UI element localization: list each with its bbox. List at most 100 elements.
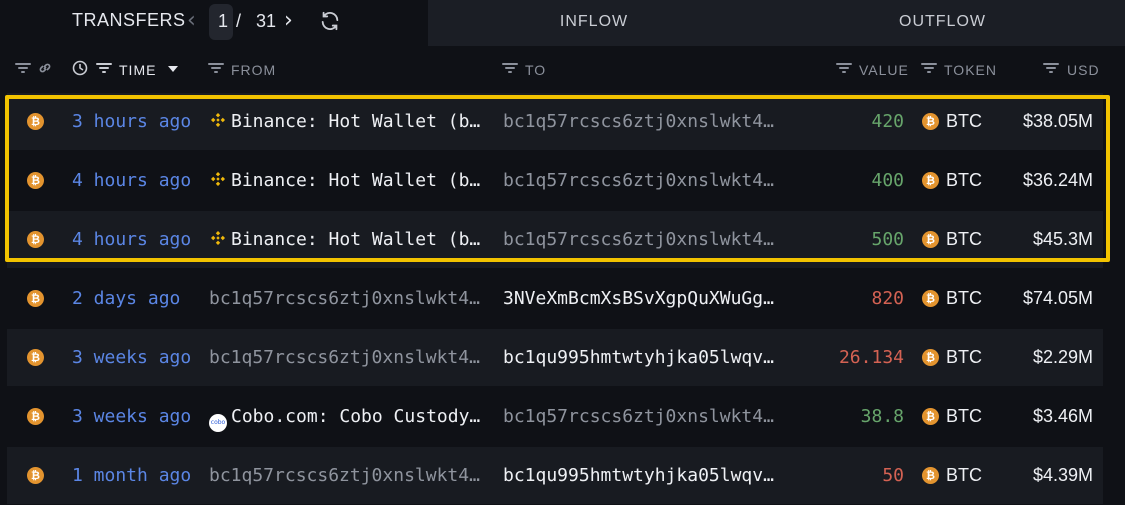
filter-icon[interactable]: [1042, 60, 1060, 76]
from-address[interactable]: Binance: Hot Wallet (b…: [209, 111, 480, 132]
transfer-value: 26.134: [838, 347, 904, 368]
header-token[interactable]: TOKEN: [944, 62, 997, 78]
btc-token-icon: ₿: [922, 349, 939, 366]
page-current[interactable]: 1: [218, 11, 228, 32]
cobo-icon: cobo: [209, 414, 227, 432]
table-header: TIME FROM TO VALUE TOKEN USD: [0, 46, 1125, 92]
filter-icon[interactable]: [835, 60, 853, 76]
time-link[interactable]: 3 hours ago: [72, 111, 191, 132]
top-bar: TRANSFERS ‹ 1 / 31 › INFLOW OUTFLOW: [0, 0, 1125, 46]
binance-icon: [211, 172, 225, 186]
transfer-value: 820: [871, 288, 904, 309]
header-time[interactable]: TIME: [119, 62, 156, 78]
to-address[interactable]: bc1q57rcscs6ztj0xnslwkt4…: [503, 229, 774, 250]
transfers-title: TRANSFERS: [72, 10, 186, 30]
table-row[interactable]: ₿ 3 weeks ago cobo Cobo.com: Cobo Custody… b…: [7, 388, 1103, 445]
usd-value: $3.46M: [1032, 406, 1093, 426]
time-link[interactable]: 3 weeks ago: [72, 347, 191, 368]
header-from[interactable]: FROM: [231, 62, 276, 78]
sort-desc-icon[interactable]: [167, 65, 179, 73]
token-symbol[interactable]: BTC: [946, 170, 982, 191]
chevron-right-icon[interactable]: ›: [284, 8, 302, 36]
from-label: Binance: Hot Wallet (b…: [231, 170, 481, 191]
btc-icon: ₿: [27, 172, 44, 189]
to-address[interactable]: bc1q57rcscs6ztj0xnslwkt4…: [503, 170, 774, 191]
token-symbol[interactable]: BTC: [946, 111, 982, 132]
btc-token-icon: ₿: [922, 231, 939, 248]
binance-icon: [211, 113, 225, 127]
transfer-value: 400: [871, 170, 904, 191]
time-link[interactable]: 1 month ago: [72, 465, 191, 486]
from-address[interactable]: Binance: Hot Wallet (b…: [209, 170, 480, 191]
header-value[interactable]: VALUE: [859, 62, 909, 78]
table-row[interactable]: ₿ 1 month ago bc1q57rcscs6ztj0xnslwkt4… bc1…: [7, 447, 1103, 504]
table-row[interactable]: ₿ 2 days ago bc1q57rcscs6ztj0xnslwkt4… 3NVe…: [7, 270, 1103, 327]
table-row[interactable]: ₿ 3 hours ago Binance: Hot Wallet (b… bc1q5…: [7, 93, 1103, 150]
transfer-value: 500: [871, 229, 904, 250]
transfer-value: 420: [871, 111, 904, 132]
time-link[interactable]: 2 days ago: [72, 288, 180, 309]
from-label: bc1q57rcscs6ztj0xnslwkt4…: [209, 288, 480, 309]
header-usd[interactable]: USD: [1067, 62, 1100, 78]
btc-token-icon: ₿: [922, 408, 939, 425]
filter-icon[interactable]: [501, 60, 519, 76]
to-address[interactable]: 3NVeXmBcmXsBSvXgpQuXWuGg…: [503, 288, 774, 309]
btc-icon: ₿: [27, 231, 44, 248]
table-row[interactable]: ₿ 4 hours ago Binance: Hot Wallet (b… bc1q5…: [7, 211, 1103, 268]
filter-icon[interactable]: [95, 60, 113, 76]
token-symbol[interactable]: BTC: [946, 465, 982, 486]
chevron-left-icon[interactable]: ‹: [187, 8, 205, 36]
filter-icon[interactable]: [14, 60, 32, 76]
tab-outflow[interactable]: OUTFLOW: [760, 0, 1125, 46]
token-symbol[interactable]: BTC: [946, 288, 982, 309]
from-label: Binance: Hot Wallet (b…: [231, 229, 481, 250]
btc-icon: ₿: [27, 113, 44, 130]
table-row[interactable]: ₿ 3 weeks ago bc1q57rcscs6ztj0xnslwkt4… bc1…: [7, 329, 1103, 386]
clock-icon: [72, 60, 88, 76]
btc-token-icon: ₿: [922, 113, 939, 130]
time-link[interactable]: 4 hours ago: [72, 170, 191, 191]
refresh-icon[interactable]: [319, 10, 341, 32]
usd-value: $36.24M: [1022, 170, 1093, 190]
from-label: bc1q57rcscs6ztj0xnslwkt4…: [209, 465, 480, 486]
btc-token-icon: ₿: [922, 290, 939, 307]
from-label: Cobo.com: Cobo Custody…: [231, 406, 481, 427]
to-address[interactable]: bc1q57rcscs6ztj0xnslwkt4…: [503, 111, 774, 132]
token-symbol[interactable]: BTC: [946, 406, 982, 427]
from-address[interactable]: bc1q57rcscs6ztj0xnslwkt4…: [209, 347, 480, 368]
header-to[interactable]: TO: [525, 62, 546, 78]
from-address[interactable]: cobo Cobo.com: Cobo Custody…: [209, 406, 480, 432]
btc-icon: ₿: [27, 408, 44, 425]
btc-token-icon: ₿: [922, 172, 939, 189]
page-total: 31: [256, 11, 277, 31]
usd-value: $45.3M: [1032, 229, 1093, 249]
table-row[interactable]: ₿ 4 hours ago Binance: Hot Wallet (b… bc1q5…: [7, 152, 1103, 209]
from-address[interactable]: Binance: Hot Wallet (b…: [209, 229, 480, 250]
usd-value: $74.05M: [1022, 288, 1093, 308]
from-address[interactable]: bc1q57rcscs6ztj0xnslwkt4…: [209, 465, 480, 486]
btc-icon: ₿: [27, 290, 44, 307]
btc-icon: ₿: [27, 467, 44, 484]
token-symbol[interactable]: BTC: [946, 347, 982, 368]
time-link[interactable]: 4 hours ago: [72, 229, 191, 250]
link-icon[interactable]: [37, 60, 53, 76]
usd-value: $2.29M: [1032, 347, 1093, 367]
from-address[interactable]: bc1q57rcscs6ztj0xnslwkt4…: [209, 288, 480, 309]
to-address[interactable]: bc1qu995hmtwtyhjka05lwqv…: [503, 465, 774, 486]
page-separator: /: [236, 11, 242, 31]
usd-value: $4.39M: [1032, 465, 1093, 485]
tab-inflow[interactable]: INFLOW: [428, 0, 760, 46]
usd-value: $38.05M: [1022, 111, 1093, 131]
transfer-value: 50: [882, 465, 904, 486]
filter-icon[interactable]: [207, 60, 225, 76]
filter-icon[interactable]: [920, 60, 938, 76]
from-label: Binance: Hot Wallet (b…: [231, 111, 481, 132]
to-address[interactable]: bc1q57rcscs6ztj0xnslwkt4…: [503, 406, 774, 427]
token-symbol[interactable]: BTC: [946, 229, 982, 250]
from-label: bc1q57rcscs6ztj0xnslwkt4…: [209, 347, 480, 368]
btc-token-icon: ₿: [922, 467, 939, 484]
to-address[interactable]: bc1qu995hmtwtyhjka05lwqv…: [503, 347, 774, 368]
btc-icon: ₿: [27, 349, 44, 366]
transfer-value: 38.8: [860, 406, 904, 427]
time-link[interactable]: 3 weeks ago: [72, 406, 191, 427]
